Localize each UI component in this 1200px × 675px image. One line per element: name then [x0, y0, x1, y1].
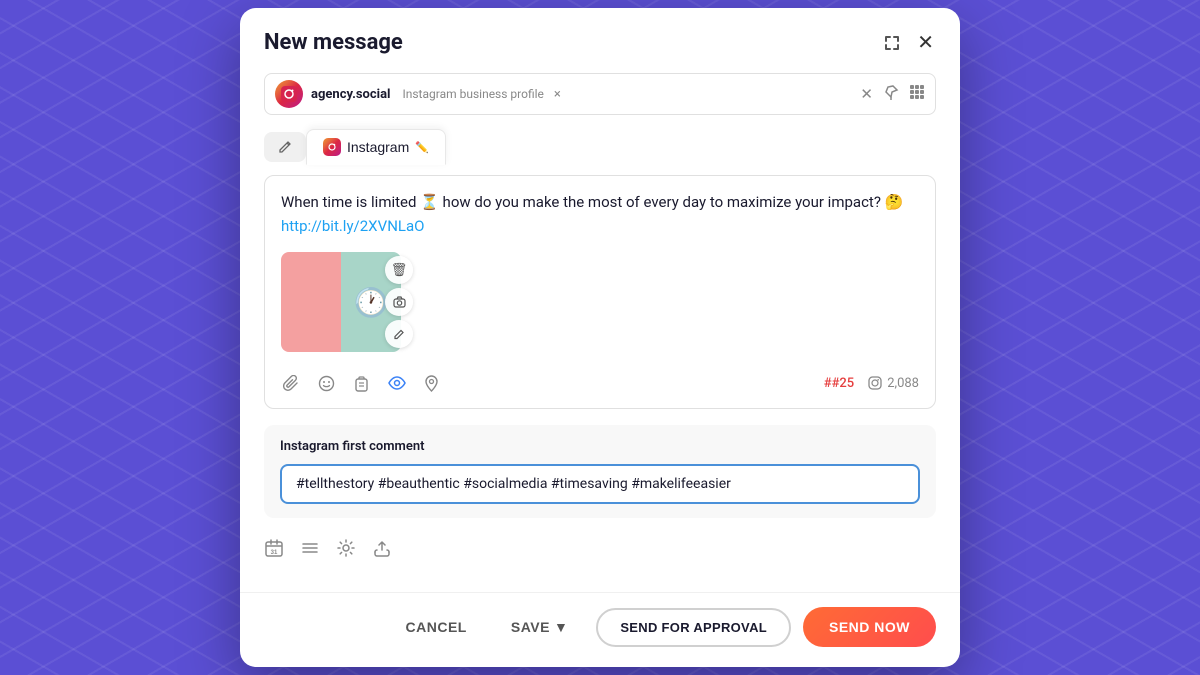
- account-pin-button[interactable]: [883, 84, 899, 104]
- char-count: ##25: [824, 376, 854, 391]
- clipboard-icon: [353, 375, 370, 392]
- tab-edit[interactable]: [264, 132, 306, 162]
- clock-emoji: 🕐: [354, 286, 389, 319]
- tab-instagram[interactable]: Instagram ✏️: [306, 129, 446, 165]
- upload-icon: [372, 538, 392, 558]
- save-label: SAVE: [511, 619, 550, 635]
- eye-icon: [388, 374, 406, 392]
- modal-header: New message ✕: [240, 8, 960, 73]
- compose-link[interactable]: http://bit.ly/2XVNLaO: [281, 217, 424, 235]
- emoji-button[interactable]: [316, 373, 337, 394]
- image-preview-container: 🕐 🗑: [281, 252, 401, 352]
- modal-body: agency.social Instagram business profile…: [240, 73, 960, 592]
- close-button[interactable]: ✕: [915, 28, 936, 57]
- expand-icon: [883, 34, 901, 52]
- preview-eye-button[interactable]: [386, 372, 408, 394]
- account-avatar: [275, 80, 303, 108]
- schedule-button[interactable]: 31: [264, 538, 284, 558]
- send-for-approval-button[interactable]: SEND FOR APPROVAL: [596, 608, 791, 647]
- upload-button[interactable]: [372, 538, 392, 558]
- calendar-icon: 31: [264, 538, 284, 558]
- instagram-tab-icon: [323, 138, 341, 156]
- location-icon: [424, 375, 439, 392]
- account-selector: agency.social Instagram business profile…: [264, 73, 936, 115]
- new-message-modal: New message ✕: [240, 8, 960, 667]
- compose-toolbar: ##25 2,088: [281, 372, 919, 394]
- compose-text-before: When time is limited ⏳ how do you make t…: [281, 193, 903, 211]
- settings-button[interactable]: [336, 538, 356, 558]
- image-preview: 🕐: [281, 252, 401, 352]
- first-comment-section: Instagram first comment: [264, 425, 936, 518]
- compose-text: When time is limited ⏳ how do you make t…: [281, 190, 919, 238]
- tab-instagram-edit-icon: ✏️: [415, 141, 429, 154]
- modal-footer: CANCEL SAVE ▼ SEND FOR APPROVAL SEND NOW: [240, 592, 960, 667]
- image-delete-button[interactable]: 🗑: [385, 256, 413, 284]
- account-name: agency.social: [311, 87, 390, 102]
- clipboard-button[interactable]: [351, 373, 372, 394]
- account-row-actions: ✕: [860, 84, 925, 104]
- cancel-button[interactable]: CANCEL: [390, 609, 483, 645]
- image-left-half: [281, 252, 341, 352]
- pencil-icon: [278, 140, 292, 154]
- send-now-button[interactable]: SEND NOW: [803, 607, 936, 647]
- grid-icon: [909, 84, 925, 100]
- insta-count: 2,088: [868, 376, 919, 391]
- emoji-icon: [318, 375, 335, 392]
- account-grid-button[interactable]: [909, 84, 925, 104]
- first-comment-label: Instagram first comment: [280, 439, 920, 454]
- expand-button[interactable]: [881, 32, 903, 54]
- compose-area[interactable]: When time is limited ⏳ how do you make t…: [264, 175, 936, 409]
- image-camera-button[interactable]: [385, 288, 413, 316]
- modal-title: New message: [264, 30, 403, 55]
- tabs-row: Instagram ✏️: [264, 129, 936, 165]
- location-button[interactable]: [422, 373, 441, 394]
- paperclip-icon: [283, 375, 300, 392]
- save-dropdown-icon: ▼: [554, 619, 568, 635]
- list-icon: [300, 538, 320, 558]
- tab-instagram-label: Instagram: [347, 139, 409, 155]
- insta-count-value: 2,088: [887, 376, 919, 391]
- account-clear-button[interactable]: ✕: [860, 85, 873, 103]
- instagram-count-icon: [868, 376, 882, 390]
- account-type: Instagram business profile: [402, 87, 543, 101]
- settings-icon: [336, 538, 356, 558]
- account-tag-close[interactable]: ×: [554, 87, 561, 102]
- pin-icon: [883, 84, 899, 100]
- list-button[interactable]: [300, 538, 320, 558]
- save-button[interactable]: SAVE ▼: [495, 609, 584, 645]
- header-icon-group: ✕: [881, 28, 936, 57]
- bottom-toolbar: 31: [264, 534, 936, 572]
- attachment-button[interactable]: [281, 373, 302, 394]
- image-edit-button[interactable]: [385, 320, 413, 348]
- svg-text:31: 31: [271, 550, 278, 556]
- image-overlay-buttons: 🗑: [385, 256, 413, 348]
- first-comment-input[interactable]: [280, 464, 920, 504]
